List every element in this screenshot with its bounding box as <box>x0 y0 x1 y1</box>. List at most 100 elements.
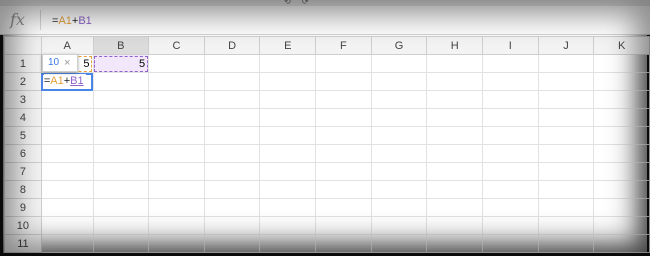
cell-h8[interactable] <box>426 180 484 199</box>
row-header-7[interactable]: 7 <box>4 162 42 181</box>
cell-b1[interactable]: 5 <box>92 54 150 73</box>
cell-e9[interactable] <box>259 198 317 217</box>
cell-i11[interactable] <box>482 234 539 253</box>
cell-f7[interactable] <box>315 162 372 181</box>
cell-h9[interactable] <box>426 198 484 217</box>
cell-a7[interactable] <box>40 162 94 181</box>
select-all-corner[interactable] <box>4 36 42 55</box>
cell-j8[interactable] <box>537 180 595 199</box>
cell-k11[interactable] <box>593 234 650 253</box>
row-header-11[interactable]: 11 <box>4 234 42 253</box>
cell-i9[interactable] <box>482 198 539 217</box>
row-header-10[interactable]: 10 <box>4 216 42 235</box>
cell-b6[interactable] <box>92 144 150 163</box>
cell-j9[interactable] <box>537 198 595 217</box>
cell-c10[interactable] <box>148 216 205 235</box>
cell-b3[interactable] <box>92 90 150 109</box>
cell-i8[interactable] <box>482 180 539 199</box>
cell-a8[interactable] <box>40 180 94 199</box>
cell-j2[interactable] <box>537 72 595 91</box>
cell-j6[interactable] <box>537 144 595 163</box>
cell-a3[interactable] <box>40 90 94 109</box>
cell-f4[interactable] <box>315 108 372 127</box>
column-header-j[interactable]: J <box>537 36 595 55</box>
row-header-5[interactable]: 5 <box>4 126 42 145</box>
column-header-i[interactable]: I <box>482 36 539 55</box>
cell-f11[interactable] <box>315 234 372 253</box>
cell-c11[interactable] <box>148 234 205 253</box>
cell-d3[interactable] <box>203 90 261 109</box>
cell-e4[interactable] <box>259 108 317 127</box>
row-header-1[interactable]: 1 <box>4 54 42 73</box>
cell-e5[interactable] <box>259 126 317 145</box>
cell-f2[interactable] <box>315 72 372 91</box>
cell-g3[interactable] <box>370 90 428 109</box>
cell-k6[interactable] <box>593 144 650 163</box>
cell-f8[interactable] <box>315 180 372 199</box>
cell-j10[interactable] <box>537 216 595 235</box>
cell-k8[interactable] <box>593 180 650 199</box>
cell-k7[interactable] <box>593 162 650 181</box>
cell-b11[interactable] <box>92 234 150 253</box>
cell-c1[interactable] <box>148 54 205 73</box>
cell-e7[interactable] <box>259 162 317 181</box>
column-header-b[interactable]: B <box>92 36 150 55</box>
cell-i3[interactable] <box>482 90 539 109</box>
close-icon[interactable]: × <box>64 55 70 71</box>
cell-g9[interactable] <box>370 198 428 217</box>
cell-a4[interactable] <box>40 108 94 127</box>
formula-input[interactable]: =A1+B1 <box>52 12 92 30</box>
row-header-3[interactable]: 3 <box>4 90 42 109</box>
cell-i4[interactable] <box>482 108 539 127</box>
cell-i5[interactable] <box>482 126 539 145</box>
cell-c4[interactable] <box>148 108 205 127</box>
cell-e6[interactable] <box>259 144 317 163</box>
cell-h2[interactable] <box>426 72 484 91</box>
cell-d8[interactable] <box>203 180 261 199</box>
cell-h1[interactable] <box>426 54 484 73</box>
cell-j11[interactable] <box>537 234 595 253</box>
cell-g10[interactable] <box>370 216 428 235</box>
cell-k10[interactable] <box>593 216 650 235</box>
cell-g7[interactable] <box>370 162 428 181</box>
column-header-d[interactable]: D <box>203 36 261 55</box>
cell-g8[interactable] <box>370 180 428 199</box>
cell-b2[interactable] <box>92 72 150 91</box>
cell-a6[interactable] <box>40 144 94 163</box>
cell-g5[interactable] <box>370 126 428 145</box>
cell-h5[interactable] <box>426 126 484 145</box>
cell-g11[interactable] <box>370 234 428 253</box>
cell-i10[interactable] <box>482 216 539 235</box>
cell-d2[interactable] <box>203 72 261 91</box>
cell-g2[interactable] <box>370 72 428 91</box>
cell-b9[interactable] <box>92 198 150 217</box>
cell-e3[interactable] <box>259 90 317 109</box>
cell-f5[interactable] <box>315 126 372 145</box>
cell-k3[interactable] <box>593 90 650 109</box>
cell-b8[interactable] <box>92 180 150 199</box>
cell-d9[interactable] <box>203 198 261 217</box>
cell-g1[interactable] <box>370 54 428 73</box>
cell-editor[interactable]: =A1+B1 <box>43 74 86 88</box>
cell-k2[interactable] <box>593 72 650 91</box>
cell-e11[interactable] <box>259 234 317 253</box>
cell-d4[interactable] <box>203 108 261 127</box>
cell-f9[interactable] <box>315 198 372 217</box>
cell-c5[interactable] <box>148 126 205 145</box>
column-header-c[interactable]: C <box>148 36 205 55</box>
cell-c7[interactable] <box>148 162 205 181</box>
cell-a10[interactable] <box>40 216 94 235</box>
row-header-2[interactable]: 2 <box>4 72 42 91</box>
redo-icon[interactable]: ⟳ <box>302 0 312 6</box>
column-header-a[interactable]: A <box>40 36 94 55</box>
cell-i2[interactable] <box>482 72 539 91</box>
cell-f10[interactable] <box>315 216 372 235</box>
cell-c3[interactable] <box>148 90 205 109</box>
cell-h3[interactable] <box>426 90 484 109</box>
column-header-h[interactable]: H <box>426 36 484 55</box>
cell-f1[interactable] <box>315 54 372 73</box>
cell-i7[interactable] <box>482 162 539 181</box>
cell-h10[interactable] <box>426 216 484 235</box>
cell-d10[interactable] <box>203 216 261 235</box>
cell-a9[interactable] <box>40 198 94 217</box>
